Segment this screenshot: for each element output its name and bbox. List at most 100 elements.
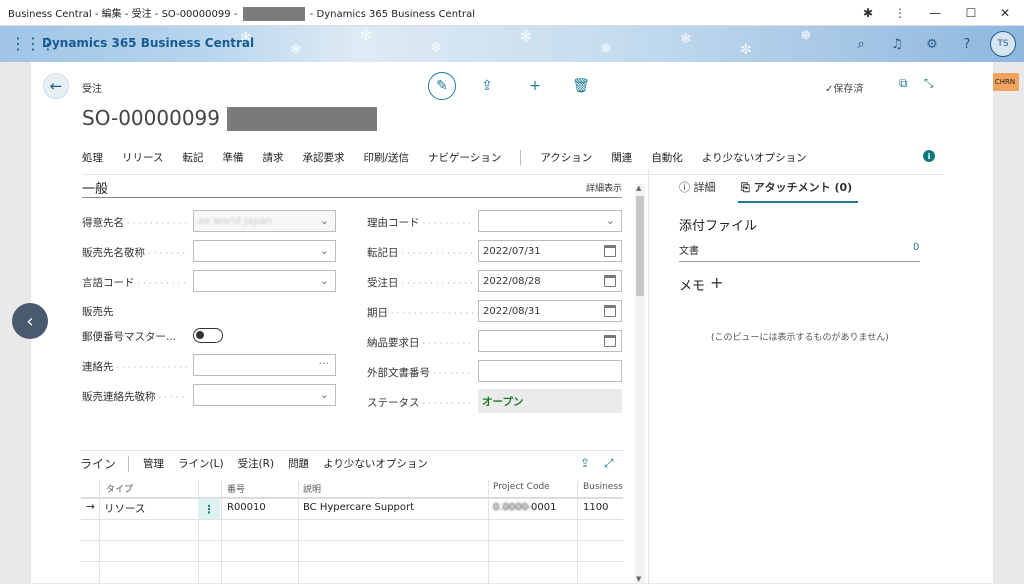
gear-icon[interactable]: ⚙ xyxy=(915,26,949,62)
action-related[interactable]: 関連 xyxy=(611,150,632,165)
open-new-window-icon[interactable]: ⧉ xyxy=(899,76,908,91)
contact-field[interactable]: ··· xyxy=(193,354,336,376)
snowflake-decoration: ❅ xyxy=(600,41,612,57)
menu-dots-icon[interactable]: ⋮ xyxy=(890,0,910,26)
share-icon[interactable]: ⇪ xyxy=(580,456,590,470)
share-icon[interactable]: ⇪ xyxy=(473,72,501,100)
field-label-postcode-master: 郵便番号マスター... xyxy=(82,331,177,343)
calendar-icon[interactable] xyxy=(604,245,616,257)
tab-details[interactable]: ⓘ 詳細 xyxy=(679,179,716,195)
action-automate[interactable]: 自動化 xyxy=(651,150,683,165)
action-prepare[interactable]: 準備 xyxy=(222,150,243,165)
lines-order[interactable]: 受注(R) xyxy=(238,456,275,471)
lines-issues[interactable]: 問題 xyxy=(288,456,309,471)
action-process[interactable]: 処理 xyxy=(82,150,103,165)
lines-line[interactable]: ライン(L) xyxy=(178,456,224,471)
lines-fewer-options[interactable]: より少ないオプション xyxy=(323,456,428,471)
calendar-icon[interactable] xyxy=(604,335,616,347)
posting-date-value: 2022/07/31 xyxy=(483,245,541,257)
language-code-field[interactable]: ⌄ xyxy=(193,270,336,292)
extension-icon[interactable]: ✱ xyxy=(858,0,878,26)
chevron-down-icon: ⌄ xyxy=(319,214,329,227)
help-icon[interactable]: ? xyxy=(950,26,984,62)
col-header-business-group[interactable]: Business G xyxy=(583,482,623,492)
close-button[interactable]: ✕ xyxy=(990,0,1020,26)
delete-icon[interactable]: 🗑 xyxy=(567,72,595,100)
app-brand[interactable]: Dynamics 365 Business Central xyxy=(42,36,254,50)
lines-separator xyxy=(128,455,130,472)
collapse-icon[interactable]: ⤡ xyxy=(924,76,934,91)
col-header-description[interactable]: 説明 xyxy=(303,482,321,495)
expand-icon[interactable]: ⤢ xyxy=(604,456,614,471)
chevron-down-icon: ⌄ xyxy=(319,244,329,257)
tab-attachments-label: アタッチメント (0) xyxy=(753,181,853,194)
posting-date-field[interactable]: 2022/07/31 xyxy=(478,240,622,262)
field-label-contact: 連絡先 xyxy=(82,359,188,374)
line-no-cell[interactable]: R00010 xyxy=(227,502,266,513)
ellipsis-icon[interactable]: ··· xyxy=(319,357,330,370)
general-section-header: 一般 詳細表示 xyxy=(82,178,622,198)
contact-title-field[interactable]: ⌄ xyxy=(193,384,336,406)
scrollbar[interactable]: ▲ ▼ xyxy=(635,184,645,583)
external-doc-field[interactable] xyxy=(478,360,622,382)
bell-icon[interactable]: ♫ xyxy=(880,26,914,62)
action-invoice[interactable]: 請求 xyxy=(262,150,283,165)
scrollbar-thumb[interactable] xyxy=(636,196,644,296)
customer-name-field[interactable]: ae world Japan ⌄ xyxy=(193,210,336,232)
order-date-field[interactable]: 2022/08/28 xyxy=(478,270,622,292)
field-label-requested-delivery: 納品要求日 xyxy=(367,335,473,350)
action-post[interactable]: 転記 xyxy=(182,150,203,165)
company-badge[interactable]: CHRN xyxy=(991,73,1019,91)
window-title: Business Central - 編集 - 受注 - SO-00000099… xyxy=(0,5,475,21)
window-titlebar: Business Central - 編集 - 受注 - SO-00000099… xyxy=(0,0,1024,26)
requested-delivery-field[interactable] xyxy=(478,330,622,352)
chevron-down-icon: ⌄ xyxy=(319,388,329,401)
action-actions[interactable]: アクション xyxy=(540,150,592,165)
postcode-toggle[interactable] xyxy=(193,328,223,343)
col-header-type[interactable]: タイプ xyxy=(106,482,133,495)
lines-title[interactable]: ライン xyxy=(80,455,116,472)
action-navigation[interactable]: ナビゲーション xyxy=(428,150,501,165)
calendar-icon[interactable] xyxy=(604,275,616,287)
avatar[interactable]: TS xyxy=(990,31,1016,57)
field-label-customer-name: 得意先名 xyxy=(82,215,188,230)
col-header-project-code[interactable]: Project Code xyxy=(493,482,550,492)
scroll-up-icon[interactable]: ▲ xyxy=(636,184,641,192)
search-icon[interactable]: ⌕ xyxy=(844,26,878,62)
show-more-link[interactable]: 詳細表示 xyxy=(586,181,622,194)
lines-manage[interactable]: 管理 xyxy=(143,456,164,471)
action-fewer-options[interactable]: より少ないオプション xyxy=(702,150,807,165)
line-type-cell[interactable]: リソース xyxy=(104,501,145,516)
snowflake-decoration: ❄ xyxy=(680,31,692,47)
line-business-group-cell[interactable]: 1100 xyxy=(583,502,608,513)
back-arrow-icon[interactable]: ← xyxy=(43,73,69,99)
grid-line xyxy=(81,561,623,562)
due-date-value: 2022/08/31 xyxy=(483,305,541,317)
tab-attachments[interactable]: ⎘ アタッチメント (0) xyxy=(741,179,852,195)
row-selector-arrow-icon[interactable]: → xyxy=(86,501,95,513)
reason-code-field[interactable]: ⌄ xyxy=(478,210,622,232)
col-header-no[interactable]: 番号 xyxy=(227,482,245,495)
minimize-button[interactable]: — xyxy=(920,0,950,26)
due-date-field[interactable]: 2022/08/31 xyxy=(478,300,622,322)
calendar-icon[interactable] xyxy=(604,305,616,317)
action-request-approval[interactable]: 承認要求 xyxy=(302,150,344,165)
info-icon[interactable]: i xyxy=(923,150,935,162)
chevron-left-icon[interactable]: ‹ xyxy=(12,303,48,339)
scroll-down-icon[interactable]: ▼ xyxy=(636,575,641,583)
grid-line xyxy=(488,480,489,584)
documents-count[interactable]: 0 xyxy=(913,242,919,253)
row-actions-button[interactable]: ⋮ xyxy=(198,499,220,519)
action-release[interactable]: リリース xyxy=(122,150,163,165)
grid-line xyxy=(99,480,100,584)
ship-to-title-field[interactable]: ⌄ xyxy=(193,240,336,262)
maximize-button[interactable]: ☐ xyxy=(956,0,986,26)
divider xyxy=(679,261,920,262)
action-print-send[interactable]: 印刷/送信 xyxy=(363,150,409,165)
add-icon[interactable]: + xyxy=(521,72,549,100)
add-note-icon[interactable]: + xyxy=(710,273,723,292)
edit-pencil-icon[interactable]: ✎ xyxy=(428,72,456,100)
line-description-cell[interactable]: BC Hypercare Support xyxy=(303,502,414,513)
grid-line xyxy=(198,480,199,584)
line-project-code-cell[interactable]: 0001 xyxy=(531,502,556,513)
